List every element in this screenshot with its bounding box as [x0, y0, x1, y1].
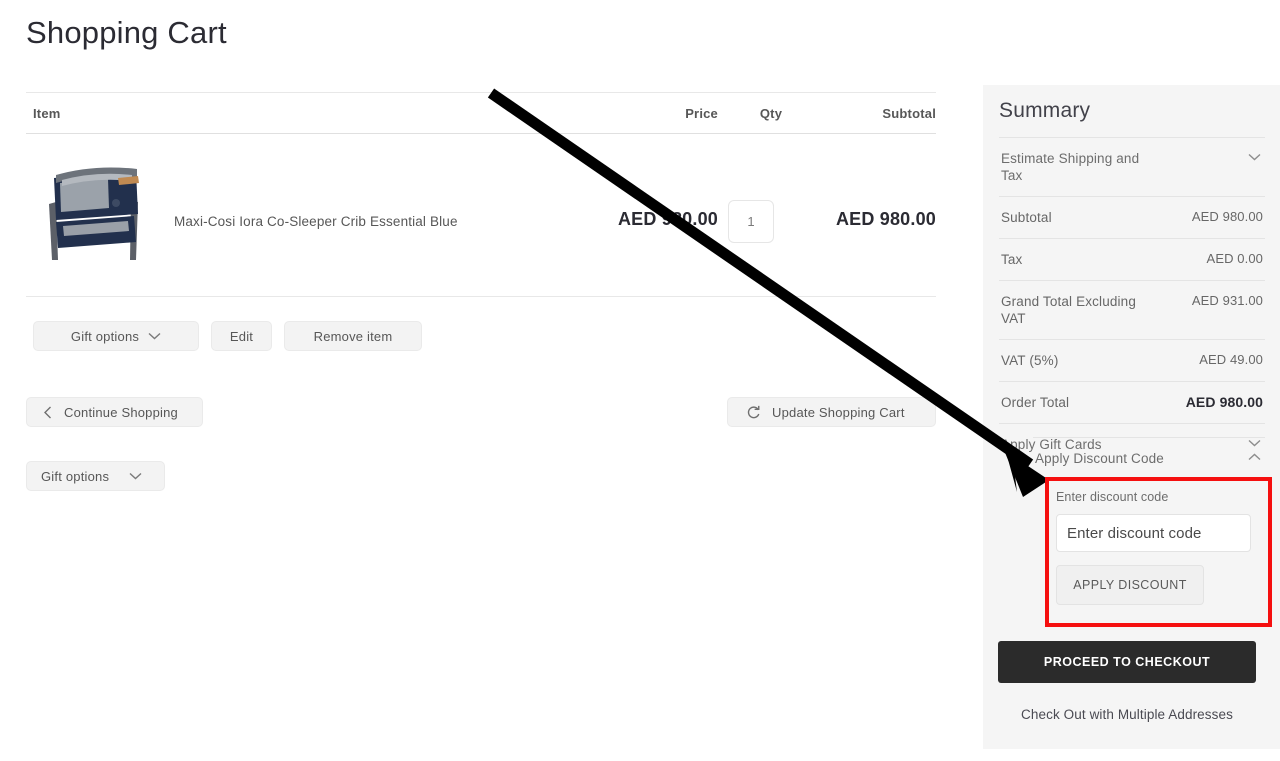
summary-value: AED 980.00	[1185, 394, 1263, 410]
column-header-qty: Qty	[759, 106, 783, 121]
gift-options-cart-button[interactable]: Gift options	[26, 461, 165, 491]
summary-value: AED 980.00	[1191, 209, 1263, 224]
summary-value: AED 49.00	[1199, 352, 1263, 367]
cart-table-header: Item Price Qty Subtotal	[26, 92, 936, 134]
page-title: Shopping Cart	[26, 15, 227, 50]
quantity-input[interactable]	[728, 200, 774, 243]
summary-label: Order Total	[1001, 395, 1070, 410]
continue-shopping-button[interactable]: Continue Shopping	[26, 397, 203, 427]
summary-value: AED 931.00	[1191, 293, 1263, 308]
estimate-shipping-label: Estimate Shipping and Tax	[1001, 151, 1140, 183]
annotation-highlight-box	[1045, 477, 1272, 627]
cart-table: Item Price Qty Subtotal Maxi-Cosi Iora C…	[26, 92, 936, 297]
gift-options-cart-label: Gift options	[41, 468, 110, 484]
column-header-subtotal: Subtotal	[882, 106, 936, 121]
summary-label: VAT (5%)	[1001, 353, 1059, 368]
remove-item-button[interactable]: Remove item	[284, 321, 422, 351]
summary-row-tax: Tax AED 0.00	[999, 238, 1265, 280]
estimate-shipping-and-tax-row[interactable]: Estimate Shipping and Tax	[999, 137, 1265, 196]
product-name[interactable]: Maxi-Cosi Iora Co-Sleeper Crib Essential…	[174, 214, 458, 229]
product-subtotal: AED 980.00	[835, 209, 936, 229]
chevron-up-icon	[1248, 453, 1261, 461]
gift-options-row-label: Gift options	[70, 328, 140, 344]
summary-value: AED 0.00	[1206, 251, 1263, 266]
cart-main-actions: Continue Shopping Update Shopping Cart	[26, 397, 936, 427]
continue-shopping-label: Continue Shopping	[64, 404, 178, 420]
column-header-item: Item	[33, 106, 61, 121]
shopping-cart-page: Shopping Cart Item Price Qty Subtotal Ma…	[0, 0, 1280, 761]
product-price: AED 980.00	[617, 209, 718, 229]
edit-label: Edit	[229, 328, 254, 344]
apply-discount-code-row[interactable]: Apply Discount Code	[1033, 437, 1265, 474]
chevron-down-icon	[1248, 153, 1261, 161]
summary-label: Subtotal	[1001, 210, 1052, 225]
apply-discount-code-section: Apply Discount Code	[1033, 437, 1265, 474]
apply-discount-code-label: Apply Discount Code	[1035, 451, 1164, 466]
summary-title: Summary	[999, 99, 1091, 122]
checkout-multiple-addresses-link[interactable]: Check Out with Multiple Addresses	[998, 707, 1256, 722]
row-actions: Gift options Edit Remove item	[33, 321, 422, 351]
summary-row-grand-total-excluding-vat: Grand Total Excluding VAT AED 931.00	[999, 280, 1265, 339]
summary-row-vat: VAT (5%) AED 49.00	[999, 339, 1265, 381]
remove-item-label: Remove item	[313, 328, 393, 344]
summary-label: Tax	[1001, 252, 1023, 267]
summary-row-subtotal: Subtotal AED 980.00	[999, 196, 1265, 238]
summary-label: Grand Total Excluding VAT	[1001, 294, 1136, 326]
chevron-down-icon	[148, 332, 161, 340]
update-shopping-cart-button[interactable]: Update Shopping Cart	[727, 397, 936, 427]
chevron-left-icon	[44, 406, 51, 418]
column-header-price: Price	[685, 106, 718, 121]
update-shopping-cart-label: Update Shopping Cart	[772, 404, 905, 420]
summary-row-order-total: Order Total AED 980.00	[999, 381, 1265, 423]
refresh-icon	[747, 405, 760, 418]
edit-button[interactable]: Edit	[211, 321, 272, 351]
chevron-down-icon	[129, 472, 142, 480]
proceed-to-checkout-button[interactable]: PROCEED TO CHECKOUT	[998, 641, 1256, 683]
gift-options-row-button[interactable]: Gift options	[33, 321, 199, 351]
summary-lines: Estimate Shipping and Tax Subtotal AED 9…	[999, 137, 1265, 465]
table-row: Maxi-Cosi Iora Co-Sleeper Crib Essential…	[26, 134, 936, 297]
product-image[interactable]	[36, 156, 156, 268]
